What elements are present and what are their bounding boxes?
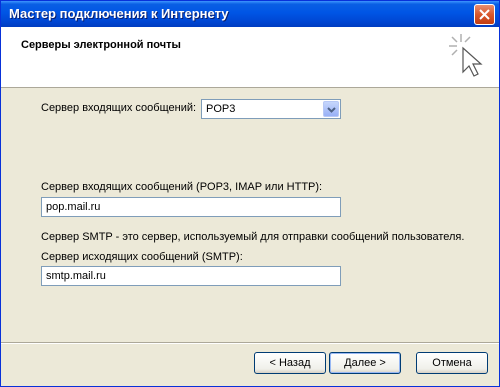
- close-icon: [479, 9, 490, 20]
- dropdown-button[interactable]: [323, 101, 339, 117]
- incoming-server-label: Сервер входящих сообщений (POP3, IMAP ил…: [41, 181, 323, 193]
- cancel-button[interactable]: Отмена: [416, 352, 488, 374]
- page-title: Серверы электронной почты: [21, 39, 181, 51]
- back-button[interactable]: < Назад: [254, 352, 326, 374]
- incoming-type-label: Сервер входящих сообщений:: [41, 102, 197, 114]
- outgoing-server-label: Сервер исходящих сообщений (SMTP):: [41, 251, 243, 263]
- incoming-type-value: POP3: [206, 103, 236, 115]
- outgoing-server-input[interactable]: [41, 266, 341, 286]
- next-button[interactable]: Далее >: [329, 352, 401, 374]
- smtp-description: Сервер SMTP - это сервер, используемый д…: [41, 231, 465, 243]
- close-button[interactable]: [474, 4, 495, 25]
- window-title: Мастер подключения к Интернету: [9, 6, 229, 21]
- wizard-window: Мастер подключения к Интернету Серверы э…: [0, 0, 500, 387]
- incoming-type-select[interactable]: POP3: [201, 99, 341, 119]
- title-bar[interactable]: Мастер подключения к Интернету: [1, 1, 499, 27]
- wizard-cursor-icon: [449, 34, 483, 77]
- wizard-header: Серверы электронной почты: [1, 27, 499, 88]
- chevron-down-icon: [327, 107, 336, 113]
- divider: [1, 342, 499, 344]
- incoming-server-input[interactable]: [41, 197, 341, 217]
